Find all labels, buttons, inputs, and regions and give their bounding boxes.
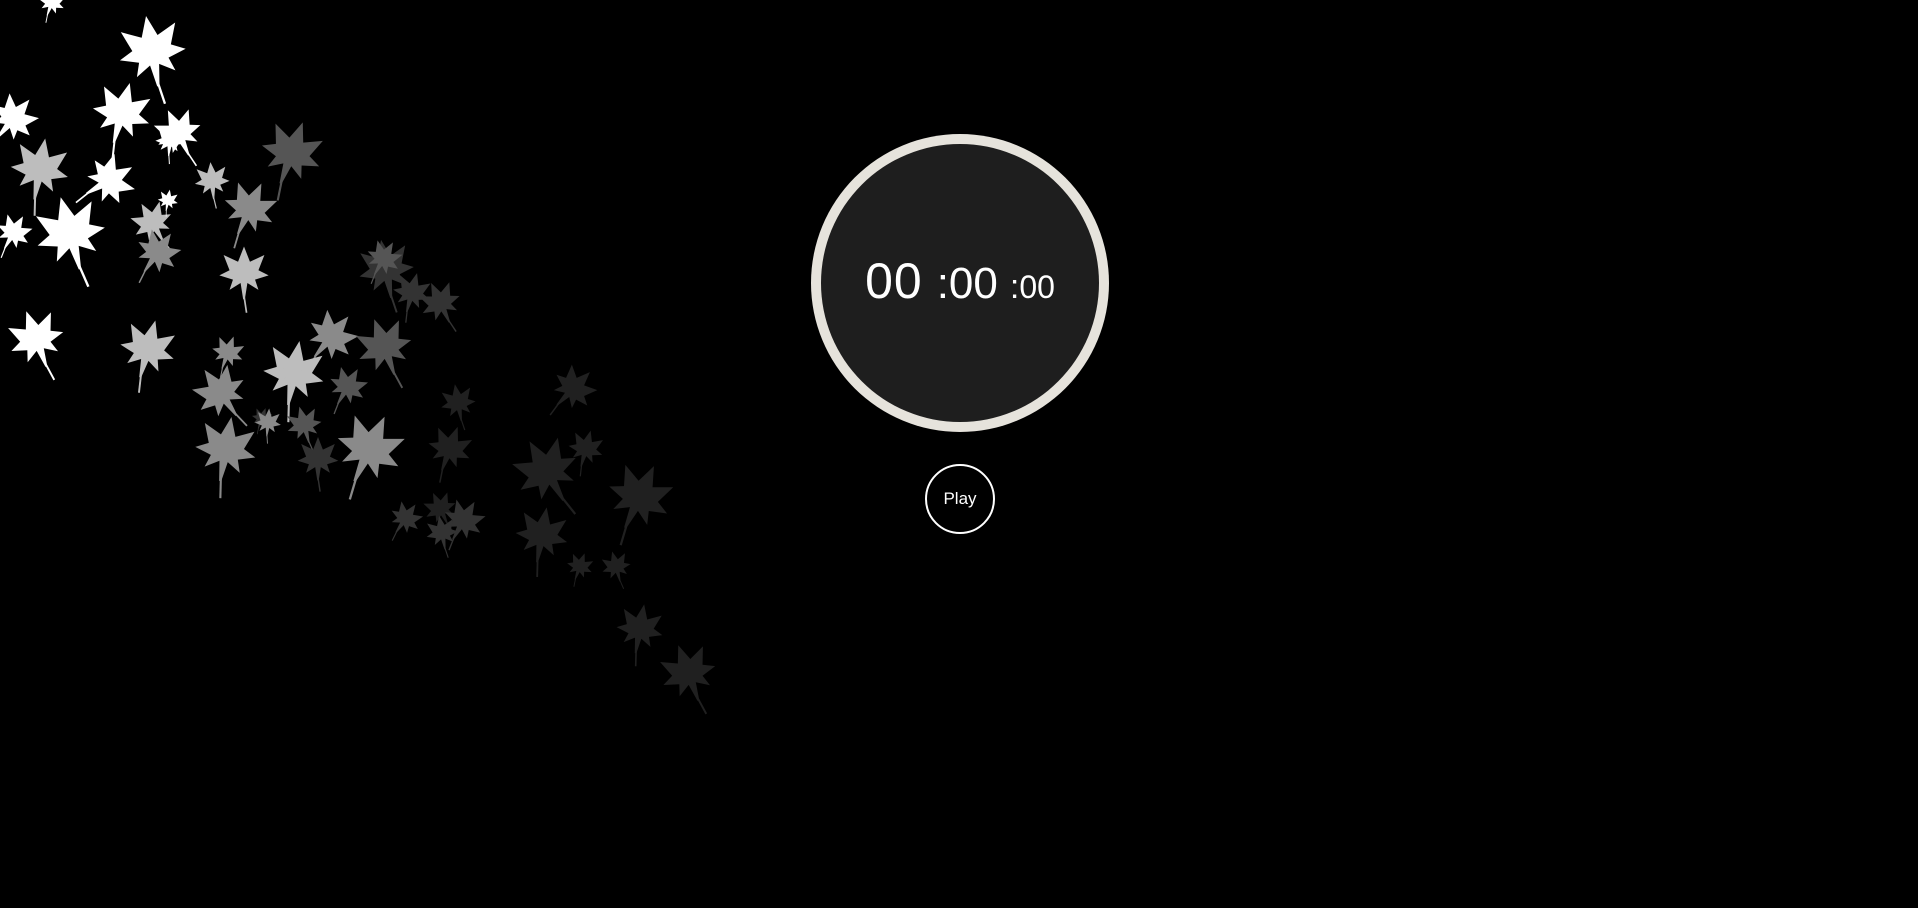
maple-leaf-icon (598, 547, 635, 586)
leaf-stem (392, 370, 404, 389)
leaf-stem (391, 530, 398, 541)
maple-leaf-icon (612, 600, 668, 658)
maple-leaf-icon (219, 246, 269, 300)
maple-leaf-icon (437, 381, 479, 424)
maple-leaf-icon (85, 75, 158, 151)
leaf-stem (0, 246, 7, 259)
leaf-stem (405, 309, 408, 323)
maple-leaf-icon (113, 10, 192, 93)
leaf-stem (444, 546, 449, 558)
maple-leaf-icon (146, 100, 210, 166)
leaf-stem (186, 151, 198, 167)
maple-leaf-icon (251, 111, 332, 194)
timer-page: 00 : 00 : 00 Play (0, 0, 1918, 908)
maple-leaf-icon (541, 356, 606, 421)
timer-face: 00 : 00 : 00 (821, 144, 1099, 422)
leaf-stem (138, 373, 143, 393)
leaf-cluster (0, 0, 725, 715)
maple-leaf-icon (34, 0, 69, 20)
leaf-stem (138, 268, 147, 284)
maple-leaf-icon (113, 313, 182, 385)
leaf-stem (44, 362, 56, 381)
maple-leaf-icon (74, 145, 145, 215)
leaf-stem (634, 650, 637, 667)
leaf-stem (317, 477, 321, 492)
play-button[interactable]: Play (925, 464, 995, 534)
leaf-stem (619, 579, 625, 589)
maple-leaf-icon (27, 188, 114, 279)
maple-leaf-icon (382, 495, 429, 542)
maple-leaf-icon (0, 207, 39, 258)
leaf-stem (233, 230, 241, 249)
timer-readout: 00 : 00 : 00 (865, 252, 1055, 310)
leaf-stem (233, 412, 248, 427)
maple-leaf-icon (562, 548, 597, 584)
maple-leaf-icon (0, 84, 48, 153)
timer-separator: : (1009, 268, 1020, 306)
leaf-stem (77, 263, 90, 288)
leaf-stem (212, 196, 217, 209)
leaf-stem (389, 293, 398, 313)
maple-leaf-icon (0, 301, 73, 376)
maple-leaf-icon (324, 402, 415, 496)
maple-leaf-icon (348, 309, 421, 384)
timer-seconds: 00 (1019, 269, 1055, 305)
leaf-stem (0, 134, 1, 150)
maple-leaf-icon (183, 354, 258, 431)
maple-leaf-icon (5, 133, 74, 205)
maple-leaf-icon (214, 172, 286, 246)
maple-leaf-icon (652, 635, 725, 710)
maple-leaf-icon (190, 411, 262, 487)
timer-separator: : (936, 259, 949, 308)
leaf-stem (75, 191, 90, 204)
leaf-stem (619, 523, 629, 546)
maple-leaf-icon (297, 437, 339, 481)
leaf-stem (536, 558, 539, 578)
leaf-stem (156, 81, 167, 105)
leaf-stem (333, 401, 340, 415)
leaf-stem (579, 464, 583, 477)
maple-leaf-icon (193, 160, 232, 201)
leaf-stem (219, 476, 222, 499)
leaf-stem (460, 418, 466, 431)
leaf-stem (560, 495, 577, 515)
timer-hours: 00 (865, 253, 923, 309)
leaf-stem (696, 696, 708, 715)
maple-leaf-icon (596, 452, 683, 542)
timer-minutes: 00 (948, 259, 998, 308)
leaf-stem (549, 402, 560, 416)
leaf-stem (447, 319, 457, 332)
leaf-stem (348, 476, 358, 500)
maple-leaf-icon (321, 359, 375, 414)
maple-leaf-icon (412, 274, 468, 331)
timer-dial: 00 : 00 : 00 (811, 134, 1109, 432)
leaf-stem (33, 195, 37, 216)
leaf-stem (243, 295, 248, 313)
maple-leaf-icon (421, 419, 479, 478)
maple-leaf-icon (564, 426, 608, 472)
maple-leaf-icon (511, 502, 573, 567)
